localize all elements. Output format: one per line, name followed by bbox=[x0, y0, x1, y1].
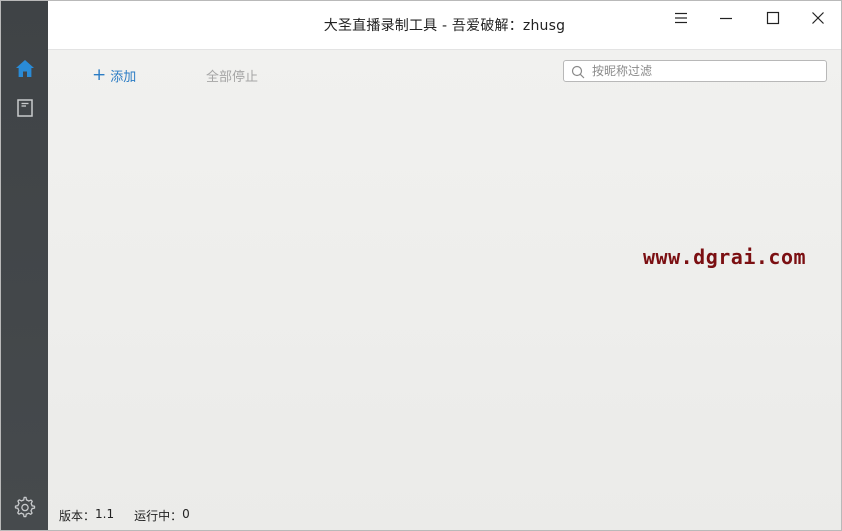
status-bar: 版本： 1.1 运行中： 0 bbox=[59, 507, 190, 524]
version-label: 版本： bbox=[59, 509, 96, 523]
close-button[interactable] bbox=[798, 5, 838, 31]
sidebar-item-home[interactable] bbox=[1, 50, 48, 86]
maximize-icon bbox=[766, 11, 780, 25]
home-icon bbox=[15, 59, 34, 77]
running-label: 运行中： bbox=[134, 509, 183, 523]
menu-button[interactable] bbox=[661, 5, 701, 31]
status-spacer bbox=[114, 507, 134, 524]
add-button[interactable]: + 添加 bbox=[92, 65, 136, 85]
app-window: 大圣直播录制工具 - 吾爱破解：zhusg + 添加 全部停止 按昵称过滤 ww… bbox=[0, 0, 842, 531]
stop-all-button[interactable]: 全部停止 bbox=[206, 65, 258, 85]
title-bar[interactable]: 大圣直播录制工具 - 吾爱破解：zhusg bbox=[48, 1, 841, 50]
add-button-label: 添加 bbox=[110, 69, 137, 85]
plus-icon: + bbox=[92, 64, 107, 85]
close-icon bbox=[812, 12, 824, 24]
minimize-button[interactable] bbox=[706, 5, 746, 31]
sidebar-item-log[interactable] bbox=[1, 90, 48, 126]
sidebar-item-settings[interactable] bbox=[1, 489, 48, 525]
search-icon bbox=[571, 65, 585, 79]
nickname-filter-input[interactable] bbox=[592, 61, 820, 81]
hamburger-menu-icon bbox=[675, 12, 687, 24]
running-count: 0 bbox=[182, 507, 190, 521]
minimize-icon bbox=[720, 17, 732, 20]
version-value: 1.1 bbox=[95, 507, 115, 521]
sidebar bbox=[1, 1, 48, 530]
gear-icon bbox=[14, 496, 35, 518]
main-content: + 添加 全部停止 www.dgrai.com 版本： 1.1 运行中： 0 bbox=[48, 50, 841, 530]
watermark: www.dgrai.com bbox=[643, 245, 807, 269]
search-box bbox=[563, 60, 827, 82]
log-book-icon bbox=[16, 99, 33, 117]
stop-all-button-label: 全部停止 bbox=[206, 69, 259, 85]
maximize-button[interactable] bbox=[753, 5, 793, 31]
